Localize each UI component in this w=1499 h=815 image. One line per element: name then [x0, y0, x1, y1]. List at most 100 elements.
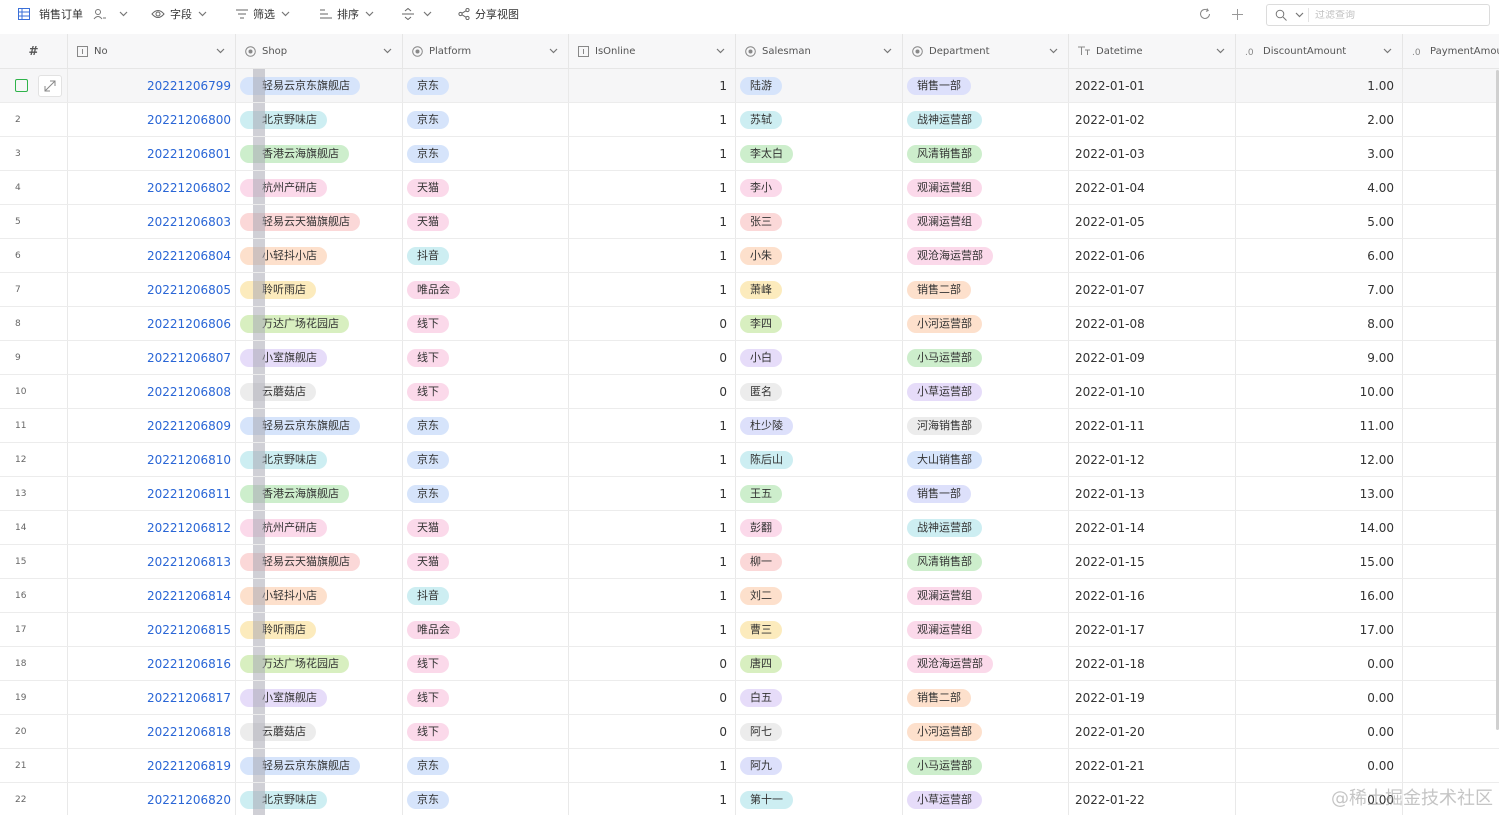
shop-cell[interactable]: 香港云海旗舰店: [236, 137, 403, 170]
order-no-link[interactable]: 20221206812: [147, 521, 231, 535]
discount-amount-cell[interactable]: 13.00: [1236, 477, 1403, 510]
discount-amount-cell[interactable]: 4.00: [1236, 171, 1403, 204]
discount-amount-cell[interactable]: 10.00: [1236, 375, 1403, 408]
datetime-cell[interactable]: 2022-01-17: [1069, 613, 1236, 646]
column-header-no[interactable]: No: [68, 34, 236, 68]
row-index-cell[interactable]: 4: [0, 171, 68, 204]
payment-amount-cell[interactable]: [1403, 443, 1499, 476]
datetime-cell[interactable]: 2022-01-10: [1069, 375, 1236, 408]
row-index-cell[interactable]: 9: [0, 341, 68, 374]
department-cell[interactable]: 观澜运营组: [903, 205, 1069, 238]
order-no-cell[interactable]: 20221206814: [68, 579, 236, 612]
salesman-cell[interactable]: 第十一: [736, 783, 903, 815]
platform-cell[interactable]: 线下: [403, 715, 569, 748]
order-no-cell[interactable]: 20221206804: [68, 239, 236, 272]
datetime-cell[interactable]: 2022-01-20: [1069, 715, 1236, 748]
isonline-cell[interactable]: 0: [569, 681, 736, 714]
payment-amount-cell[interactable]: [1403, 137, 1499, 170]
table-row[interactable]: 3 20221206801 香港云海旗舰店 京东 1 李太白 风清销售部 2022-01-03…: [0, 137, 1499, 171]
discount-amount-cell[interactable]: 0.00: [1236, 647, 1403, 680]
shop-cell[interactable]: 聆听雨店: [236, 613, 403, 646]
column-menu-chevron-down-icon[interactable]: [1383, 46, 1392, 57]
order-no-link[interactable]: 20221206808: [147, 385, 231, 399]
collaborator-icon[interactable]: [93, 8, 107, 20]
datetime-cell[interactable]: 2022-01-12: [1069, 443, 1236, 476]
salesman-cell[interactable]: 匿名: [736, 375, 903, 408]
payment-amount-cell[interactable]: [1403, 341, 1499, 374]
shop-cell[interactable]: 万达广场花园店: [236, 647, 403, 680]
salesman-cell[interactable]: 李太白: [736, 137, 903, 170]
row-index-cell[interactable]: 14: [0, 511, 68, 544]
order-no-link[interactable]: 20221206801: [147, 147, 231, 161]
datetime-cell[interactable]: 2022-01-13: [1069, 477, 1236, 510]
shop-cell[interactable]: 轻易云京东旗舰店: [236, 69, 403, 102]
order-no-cell[interactable]: 20221206811: [68, 477, 236, 510]
fields-button[interactable]: 字段: [151, 0, 207, 28]
row-index-cell[interactable]: 3: [0, 137, 68, 170]
column-header-paymentamount[interactable]: .0 PaymentAmou: [1403, 34, 1499, 68]
platform-cell[interactable]: 京东: [403, 749, 569, 782]
order-no-link[interactable]: 20221206814: [147, 589, 231, 603]
table-row[interactable]: 19 20221206817 小室旗舰店 线下 0 白五 销售二部 2022-01-19 0.0…: [0, 681, 1499, 715]
discount-amount-cell[interactable]: 0.00: [1236, 749, 1403, 782]
discount-amount-cell[interactable]: 16.00: [1236, 579, 1403, 612]
row-index-cell[interactable]: 5: [0, 205, 68, 238]
salesman-cell[interactable]: 彭翻: [736, 511, 903, 544]
salesman-cell[interactable]: 杜少陵: [736, 409, 903, 442]
department-cell[interactable]: 战神运营部: [903, 103, 1069, 136]
department-cell[interactable]: 小河运营部: [903, 307, 1069, 340]
platform-cell[interactable]: 京东: [403, 409, 569, 442]
isonline-cell[interactable]: 1: [569, 579, 736, 612]
isonline-cell[interactable]: 1: [569, 409, 736, 442]
order-no-link[interactable]: 20221206803: [147, 215, 231, 229]
order-no-link[interactable]: 20221206813: [147, 555, 231, 569]
datetime-cell[interactable]: 2022-01-09: [1069, 341, 1236, 374]
department-cell[interactable]: 大山销售部: [903, 443, 1069, 476]
add-icon[interactable]: [1232, 0, 1243, 28]
department-cell[interactable]: 销售一部: [903, 477, 1069, 510]
datetime-cell[interactable]: 2022-01-19: [1069, 681, 1236, 714]
order-no-link[interactable]: 20221206805: [147, 283, 231, 297]
table-row[interactable]: 10 20221206808 云蘑菇店 线下 0 匿名 小草运营部 2022-01-10 10.…: [0, 375, 1499, 409]
order-no-cell[interactable]: 20221206813: [68, 545, 236, 578]
datetime-cell[interactable]: 2022-01-16: [1069, 579, 1236, 612]
platform-cell[interactable]: 线下: [403, 375, 569, 408]
order-no-link[interactable]: 20221206815: [147, 623, 231, 637]
datetime-cell[interactable]: 2022-01-05: [1069, 205, 1236, 238]
row-index-cell[interactable]: 13: [0, 477, 68, 510]
discount-amount-cell[interactable]: 0.00: [1236, 681, 1403, 714]
shop-cell[interactable]: 北京野味店: [236, 783, 403, 815]
platform-cell[interactable]: 京东: [403, 103, 569, 136]
order-no-link[interactable]: 20221206820: [147, 793, 231, 807]
department-cell[interactable]: 战神运营部: [903, 511, 1069, 544]
salesman-cell[interactable]: 曹三: [736, 613, 903, 646]
salesman-cell[interactable]: 李小: [736, 171, 903, 204]
view-switcher[interactable]: 销售订单: [18, 0, 128, 28]
department-cell[interactable]: 观澜运营组: [903, 613, 1069, 646]
shop-cell[interactable]: 轻易云京东旗舰店: [236, 409, 403, 442]
column-header-department[interactable]: Department: [903, 34, 1069, 68]
platform-cell[interactable]: 线下: [403, 647, 569, 680]
isonline-cell[interactable]: 0: [569, 341, 736, 374]
row-index-cell[interactable]: 20: [0, 715, 68, 748]
platform-cell[interactable]: 线下: [403, 307, 569, 340]
payment-amount-cell[interactable]: [1403, 477, 1499, 510]
row-index-cell[interactable]: [0, 69, 68, 102]
datetime-cell[interactable]: 2022-01-21: [1069, 749, 1236, 782]
order-no-cell[interactable]: 20221206810: [68, 443, 236, 476]
row-index-cell[interactable]: 16: [0, 579, 68, 612]
order-no-link[interactable]: 20221206802: [147, 181, 231, 195]
isonline-cell[interactable]: 1: [569, 239, 736, 272]
platform-cell[interactable]: 线下: [403, 681, 569, 714]
isonline-cell[interactable]: 1: [569, 749, 736, 782]
payment-amount-cell[interactable]: [1403, 511, 1499, 544]
isonline-cell[interactable]: 0: [569, 307, 736, 340]
table-row[interactable]: 20 20221206818 云蘑菇店 线下 0 阿七 小河运营部 2022-01-20 0.0…: [0, 715, 1499, 749]
search-box[interactable]: [1266, 4, 1490, 26]
shop-cell[interactable]: 云蘑菇店: [236, 715, 403, 748]
table-row[interactable]: 16 20221206814 小轻抖小店 抖音 1 刘二 观澜运营组 2022-01-16 16…: [0, 579, 1499, 613]
department-cell[interactable]: 观沧海运营部: [903, 647, 1069, 680]
discount-amount-cell[interactable]: 7.00: [1236, 273, 1403, 306]
row-index-cell[interactable]: 10: [0, 375, 68, 408]
platform-cell[interactable]: 唯品会: [403, 613, 569, 646]
